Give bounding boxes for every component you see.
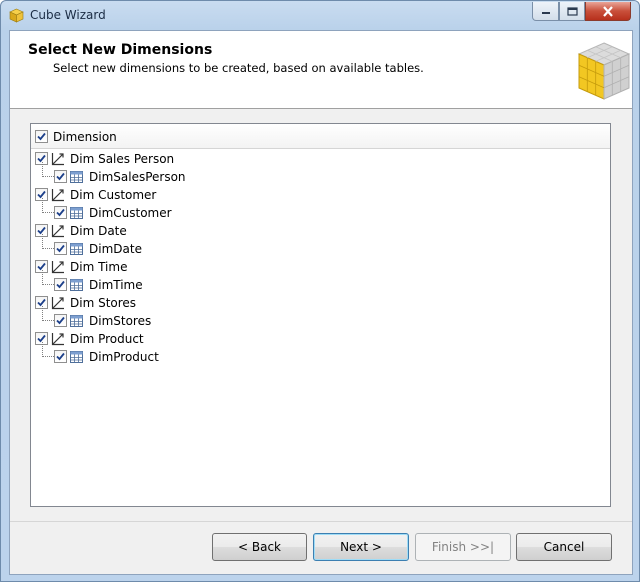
maximize-icon <box>566 6 578 16</box>
tree-rows: Dim Sales Person DimSalesPerson Dim Cust… <box>31 150 610 366</box>
table-checkbox[interactable] <box>54 278 67 291</box>
page-title: Select New Dimensions <box>28 42 213 58</box>
dimension-node[interactable]: Dim Sales Person <box>31 150 610 168</box>
next-button[interactable]: Next > <box>313 533 409 561</box>
table-node[interactable]: DimDate <box>31 234 610 258</box>
dimension-tree[interactable]: Dimension Dim Sales Person DimSalesPerso… <box>30 123 611 507</box>
table-checkbox[interactable] <box>54 170 67 183</box>
table-node[interactable]: DimStores <box>31 306 610 330</box>
table-checkbox[interactable] <box>54 314 67 327</box>
tree-connector <box>42 306 54 321</box>
select-all-checkbox[interactable] <box>35 130 48 143</box>
checkmark-icon <box>56 244 65 253</box>
cube-banner-icon <box>577 42 631 100</box>
dimension-label[interactable]: Dim Date <box>70 224 127 238</box>
finish-button: Finish >>| <box>415 533 511 561</box>
cancel-button[interactable]: Cancel <box>516 533 612 561</box>
dimension-column-label: Dimension <box>53 130 117 144</box>
footer-separator <box>10 521 632 522</box>
minimize-button[interactable] <box>532 2 559 21</box>
table-label[interactable]: DimCustomer <box>89 206 172 220</box>
checkmark-icon <box>56 208 65 217</box>
table-label[interactable]: DimDate <box>89 242 142 256</box>
close-icon <box>603 5 613 17</box>
table-checkbox[interactable] <box>54 206 67 219</box>
table-icon <box>70 279 83 291</box>
dimension-node[interactable]: Dim Time <box>31 258 610 276</box>
dimension-node[interactable]: Dim Date <box>31 222 610 240</box>
tree-connector <box>42 162 54 177</box>
tree-connector <box>42 342 54 357</box>
tree-connector <box>42 234 54 249</box>
table-icon <box>70 351 83 363</box>
dimension-label[interactable]: Dim Time <box>70 260 127 274</box>
minimize-icon <box>541 12 550 14</box>
table-node[interactable]: DimTime <box>31 270 610 294</box>
wizard-header: Select New Dimensions Select new dimensi… <box>10 31 632 109</box>
dimension-node[interactable]: Dim Customer <box>31 186 610 204</box>
table-label[interactable]: DimTime <box>89 278 143 292</box>
table-checkbox[interactable] <box>54 350 67 363</box>
close-button[interactable] <box>585 2 631 21</box>
table-label[interactable]: DimProduct <box>89 350 159 364</box>
dimension-label[interactable]: Dim Sales Person <box>70 152 174 166</box>
table-icon <box>70 207 83 219</box>
checkmark-icon <box>56 316 65 325</box>
table-node[interactable]: DimSalesPerson <box>31 162 610 186</box>
wizard-window: Cube Wizard Select New Dimensions Select… <box>0 0 640 582</box>
wizard-client-area: Select New Dimensions Select new dimensi… <box>9 30 633 575</box>
table-icon <box>70 315 83 327</box>
dimension-node[interactable]: Dim Stores <box>31 294 610 312</box>
window-title: Cube Wizard <box>30 8 106 22</box>
checkmark-icon <box>37 132 46 141</box>
title-bar[interactable]: Cube Wizard <box>1 1 639 30</box>
dimension-node[interactable]: Dim Product <box>31 330 610 348</box>
table-icon <box>70 243 83 255</box>
table-node[interactable]: DimProduct <box>31 342 610 366</box>
page-subtitle: Select new dimensions to be created, bas… <box>53 61 424 75</box>
table-node[interactable]: DimCustomer <box>31 198 610 222</box>
cube-icon <box>9 8 24 23</box>
maximize-button[interactable] <box>559 2 585 21</box>
tree-connector <box>42 198 54 213</box>
table-checkbox[interactable] <box>54 242 67 255</box>
tree-column-header: Dimension <box>31 124 610 149</box>
table-label[interactable]: DimStores <box>89 314 151 328</box>
table-label[interactable]: DimSalesPerson <box>89 170 186 184</box>
dimension-label[interactable]: Dim Customer <box>70 188 156 202</box>
dimension-label[interactable]: Dim Stores <box>70 296 136 310</box>
table-icon <box>70 171 83 183</box>
checkmark-icon <box>56 172 65 181</box>
tree-connector <box>42 270 54 285</box>
back-button[interactable]: < Back <box>212 533 307 561</box>
checkmark-icon <box>56 280 65 289</box>
checkmark-icon <box>56 352 65 361</box>
dimension-label[interactable]: Dim Product <box>70 332 144 346</box>
